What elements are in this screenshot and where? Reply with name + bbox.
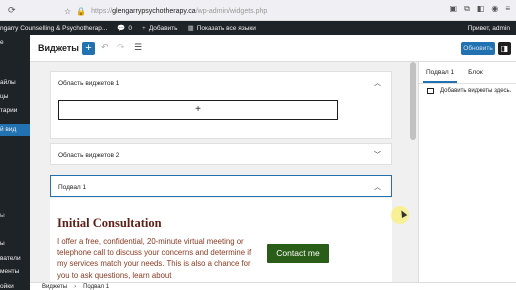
widget-area-title: Область виджетов 1 bbox=[58, 79, 120, 87]
canvas-scrollbar[interactable] bbox=[408, 62, 418, 282]
widget-paragraph[interactable]: I offer a free, confidential, 20-minute … bbox=[57, 236, 253, 281]
extension-icon[interactable]: ⧉ bbox=[464, 4, 470, 14]
admin-menu-item[interactable]: ойки bbox=[0, 283, 14, 290]
admin-menu-item-appearance[interactable]: й вид bbox=[0, 124, 30, 136]
url-host: glengarrypsychotherapy.ca bbox=[112, 7, 196, 15]
widget-heading[interactable]: Initial Consultation bbox=[57, 216, 162, 231]
widget-area-header[interactable]: Область виджетов 1 ︿ bbox=[51, 72, 391, 94]
admin-menu-item[interactable]: ватели bbox=[0, 255, 21, 262]
admin-menu-item[interactable]: ы bbox=[0, 240, 5, 247]
widget-area-header[interactable]: Подвал 1 ︿ bbox=[51, 176, 391, 198]
admin-languages[interactable]: ▦ Показать все языки bbox=[187, 24, 256, 33]
chevron-down-icon[interactable]: ﹀ bbox=[374, 150, 381, 160]
extension-icon[interactable]: ◧ bbox=[477, 4, 485, 14]
settings-sidebar-toggle[interactable]: ◨ bbox=[498, 42, 511, 55]
browser-toolbar: ⟳ ☆ 🔒 https://glengarrypsychotherapy.ca/… bbox=[0, 0, 516, 21]
plus-icon: + bbox=[142, 24, 146, 32]
admin-new[interactable]: + Добавить bbox=[142, 25, 178, 32]
admin-menu: е айлы цы тарии й вид ы ы ватели менты о… bbox=[0, 35, 30, 290]
widget-area-empty-text: Добавить виджеты здесь. bbox=[440, 88, 512, 94]
url-path: /wp-admin/widgets.php bbox=[195, 7, 268, 15]
breadcrumb-item[interactable]: Подвал 1 bbox=[83, 284, 109, 290]
wp-admin-bar: ngarry Counselling & Psychotherap... 💬 0 … bbox=[0, 21, 516, 35]
list-view-icon[interactable]: ☰ bbox=[134, 42, 142, 53]
widget-area-icon bbox=[427, 88, 434, 94]
new-label: Добавить bbox=[148, 24, 178, 32]
scrollbar-thumb[interactable] bbox=[410, 62, 416, 140]
breadcrumb-item[interactable]: Виджеты bbox=[42, 284, 67, 290]
comments-icon: 💬 bbox=[117, 25, 126, 32]
greeting-label: Привет, admin bbox=[467, 24, 510, 32]
sidebar-tabs: Подвал 1 Блок bbox=[419, 62, 516, 84]
browser-extension-icons: ▣ ⧉ ◧ ◉ ≡ bbox=[450, 4, 511, 14]
redo-icon[interactable]: ↷ bbox=[117, 42, 125, 53]
admin-menu-item[interactable]: менты bbox=[0, 268, 19, 275]
widget-area-header[interactable]: Область виджетов 2 ﹀ bbox=[51, 144, 391, 166]
update-button[interactable]: Обновить bbox=[461, 42, 495, 55]
menu-icon[interactable]: ≡ bbox=[505, 4, 510, 14]
sidebar-icon: ◨ bbox=[500, 44, 509, 53]
block-inserter-button[interactable]: + bbox=[82, 42, 95, 55]
comments-count: 0 bbox=[128, 24, 133, 32]
tab-block[interactable]: Блок bbox=[461, 69, 490, 83]
admin-submenu-item[interactable]: ы bbox=[0, 212, 5, 219]
widget-area-title: Подвал 1 bbox=[58, 183, 87, 191]
widget-area[interactable]: Область виджетов 1 ︿ + bbox=[50, 71, 392, 139]
address-bar[interactable]: ☆ 🔒 https://glengarrypsychotherapy.ca/wp… bbox=[64, 4, 434, 18]
admin-account[interactable]: Привет, admin bbox=[468, 21, 510, 35]
chevron-right-icon: › bbox=[74, 283, 77, 290]
languages-label: Показать все языки bbox=[196, 24, 256, 32]
admin-menu-item[interactable]: цы bbox=[0, 93, 8, 100]
contact-me-button[interactable]: Contact me bbox=[267, 244, 329, 263]
editor-header: Виджеты + ↶ ↷ ☰ Обновить ◨ bbox=[30, 35, 516, 62]
footer-widget-content[interactable]: Initial Consultation I offer a free, con… bbox=[50, 198, 392, 282]
widget-area-description: Добавить виджеты здесь. bbox=[427, 88, 511, 94]
site-name-label: ngarry Counselling & Psychotherap... bbox=[0, 24, 108, 32]
admin-menu-item[interactable]: е bbox=[0, 39, 4, 46]
admin-site-name[interactable]: ngarry Counselling & Psychotherap... bbox=[0, 25, 107, 32]
admin-menu-item[interactable]: тарии bbox=[0, 107, 17, 114]
url-text[interactable]: https://glengarrypsychotherapy.ca/wp-adm… bbox=[91, 8, 267, 15]
tab-widget-area[interactable]: Подвал 1 bbox=[419, 69, 461, 83]
page-title: Виджеты bbox=[38, 43, 79, 53]
bookmark-icon[interactable]: ☆ bbox=[64, 7, 71, 16]
url-prefix: https:// bbox=[91, 7, 113, 15]
translate-icon: ▦ bbox=[187, 25, 194, 32]
admin-comments[interactable]: 💬 0 bbox=[117, 24, 133, 33]
reload-icon[interactable]: ⟳ bbox=[8, 5, 16, 16]
lock-icon[interactable]: 🔒 bbox=[76, 7, 86, 16]
undo-icon[interactable]: ↶ bbox=[101, 42, 109, 53]
chevron-up-icon[interactable]: ︿ bbox=[374, 182, 381, 192]
extension-icon[interactable]: ◉ bbox=[491, 4, 498, 14]
extension-icon[interactable]: ▣ bbox=[450, 4, 458, 14]
chevron-up-icon[interactable]: ︿ bbox=[374, 78, 381, 88]
widget-canvas: Область виджетов 1 ︿ + Область виджетов … bbox=[30, 62, 408, 282]
widget-area[interactable]: Область виджетов 2 ﹀ bbox=[50, 143, 392, 165]
widget-area[interactable]: Подвал 1 ︿ bbox=[50, 175, 392, 197]
admin-menu-item[interactable]: айлы bbox=[0, 79, 16, 86]
widget-area-title: Область виджетов 2 bbox=[58, 151, 120, 159]
block-appender-button[interactable]: + bbox=[58, 100, 338, 120]
breadcrumb: Виджеты › Подвал 1 bbox=[30, 282, 516, 290]
settings-sidebar: Подвал 1 Блок Добавить виджеты здесь. bbox=[418, 62, 516, 290]
